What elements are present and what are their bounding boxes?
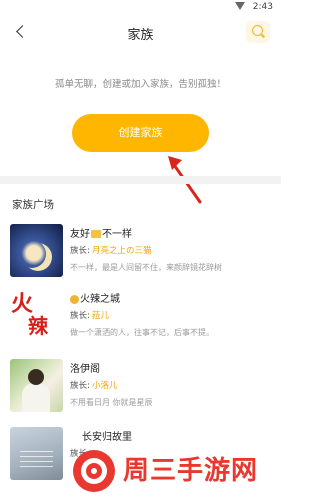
leader-label: 族长: <box>70 246 90 256</box>
family-description: 做一个潇洒的人，往事不记，后事不提。 <box>70 328 214 337</box>
family-description: 不用看日月 你就是星辰 <box>70 398 153 407</box>
family-name: 火辣之城 <box>70 290 120 305</box>
intro-text: 孤单无聊，创建或加入家族，告别孤独！ <box>54 79 226 90</box>
family-name: 洛伊阁 <box>70 364 100 375</box>
status-bar: 2:43 <box>0 0 281 14</box>
leader-name: 小洛儿 <box>92 381 118 391</box>
wifi-icon <box>235 2 245 10</box>
section-title: 家族广场 <box>12 199 54 211</box>
family-name: 长安归故里 <box>82 432 132 443</box>
watermark-logo: 周三手游网 <box>73 446 273 496</box>
watermark-brand: 周三手游网 <box>123 456 259 486</box>
family-list-item[interactable]: 友好 不一样 族长: 月亮之上の三猫 不一样，最是人间留不住，来颜辞镜花辞树 <box>10 224 280 284</box>
family-list-item[interactable]: 洛伊阁 族长: 小洛儿 不用看日月 你就是星辰 <box>10 359 280 419</box>
family-name: 友好 不一样 <box>70 229 132 240</box>
family-avatar: 火辣 <box>10 289 63 342</box>
leader-label: 族长: <box>70 311 90 321</box>
search-button[interactable] <box>246 21 270 43</box>
status-time: 2:43 <box>252 2 273 12</box>
leader-name: 月亮之上の三猫 <box>92 246 152 256</box>
family-avatar <box>10 359 63 412</box>
leader-label: 族长: <box>70 381 90 391</box>
crown-icon <box>91 230 101 238</box>
watermark-icon <box>73 450 115 492</box>
family-avatar <box>10 427 63 480</box>
leader-name: 菈儿 <box>92 311 110 321</box>
create-family-button[interactable]: 创建家族 <box>72 114 209 152</box>
family-list-item[interactable]: 火辣 火辣之城 族长: 菈儿 做一个潇洒的人，往事不记，后事不提。 <box>10 289 280 349</box>
nav-bar: 家族 <box>0 16 281 50</box>
section-divider <box>0 176 281 184</box>
badge-icon <box>70 294 79 304</box>
page-title: 家族 <box>127 28 154 43</box>
family-description: 不一样，最是人间留不住，来颜辞镜花辞树 <box>70 263 222 272</box>
family-avatar <box>10 224 63 277</box>
